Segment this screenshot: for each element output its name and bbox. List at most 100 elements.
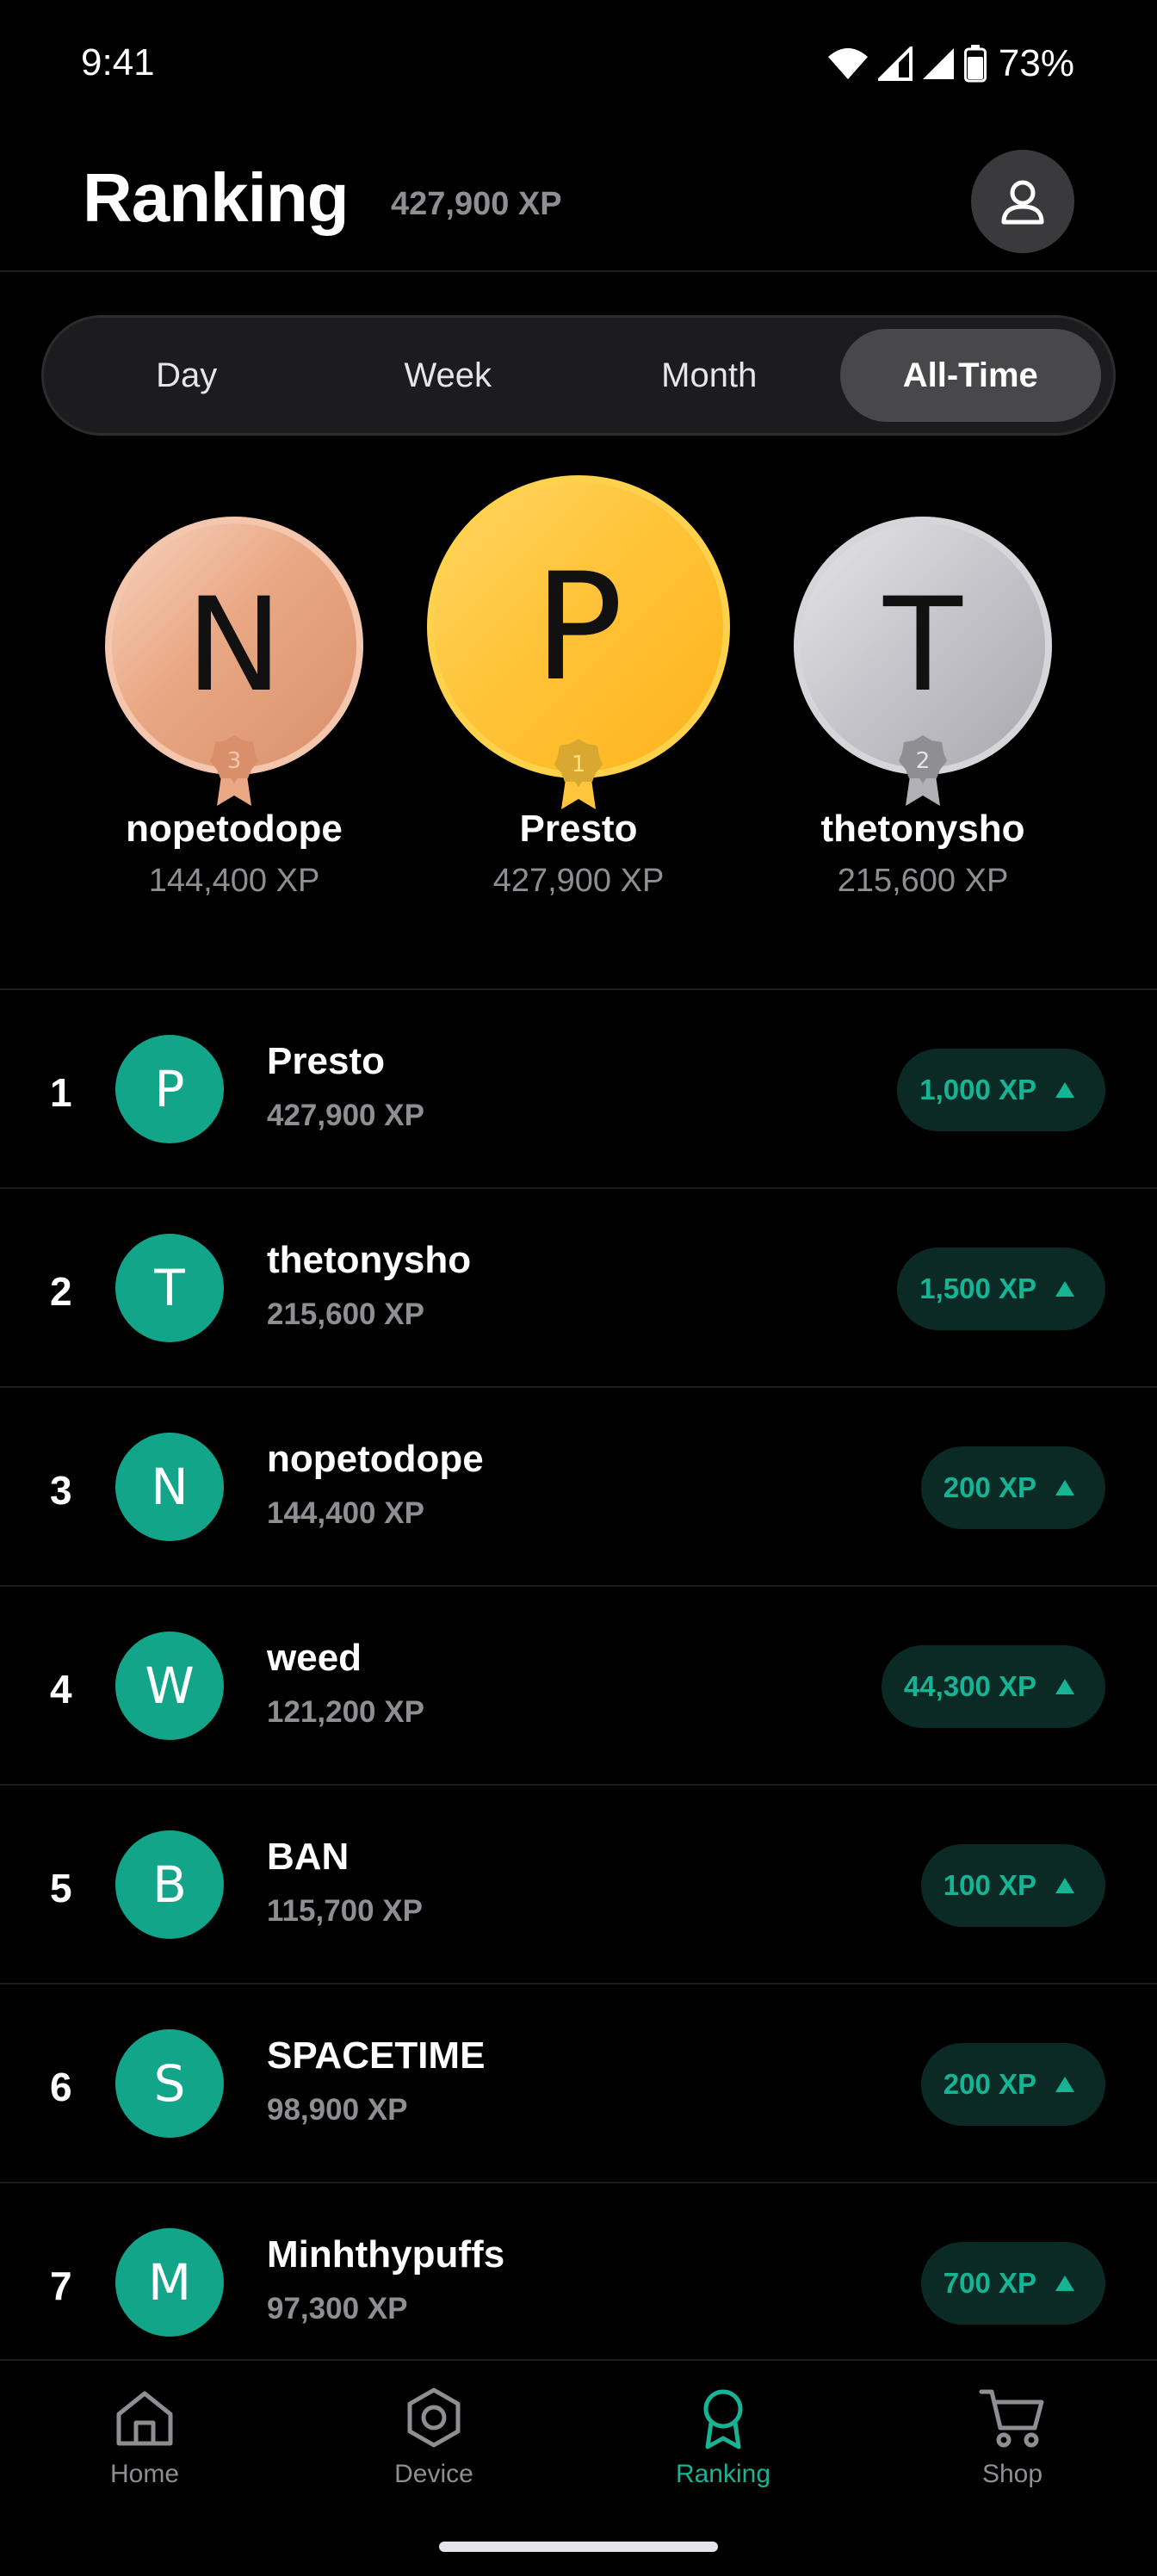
row-xp: 427,900 XP <box>267 1099 424 1132</box>
xp-gain-label: 200 XP <box>943 2068 1036 2100</box>
trend-up-icon <box>1055 1281 1074 1297</box>
tab-week[interactable]: Week <box>318 329 579 422</box>
battery-percent: 73% <box>998 42 1074 84</box>
row-name: SPACETIME <box>267 2034 486 2077</box>
xp-gain-badge: 100 XP <box>920 1844 1105 1927</box>
home-icon <box>116 2391 173 2446</box>
tab-month[interactable]: Month <box>578 329 840 422</box>
trend-up-icon <box>1055 1679 1074 1694</box>
nav-label: Ranking <box>675 2460 771 2488</box>
podium-xp: 427,900 XP <box>492 863 665 899</box>
tab-day[interactable]: Day <box>56 329 318 422</box>
rank-ribbon-icon: 2 <box>899 735 947 806</box>
row-name: BAN <box>267 1836 350 1878</box>
row-name: thetonysho <box>267 1239 472 1281</box>
row-name: nopetodope <box>267 1438 484 1480</box>
avatar: P <box>115 1035 224 1143</box>
tab-all-time[interactable]: All-Time <box>839 329 1101 422</box>
xp-gain-badge: 200 XP <box>920 2043 1105 2126</box>
leaderboard-row[interactable]: 1 P Presto 427,900 XP 1,000 XP <box>0 990 1157 1189</box>
user-icon <box>1001 180 1044 225</box>
xp-gain-badge: 200 XP <box>920 1446 1105 1529</box>
nav-label: Shop <box>981 2460 1043 2488</box>
cart-icon <box>979 2389 1044 2448</box>
ribbon-icon <box>703 2389 743 2449</box>
podium-second[interactable]: T 2 thetonysho 215,600 XP <box>790 517 1055 900</box>
xp-gain-label: 1,000 XP <box>919 1074 1036 1105</box>
nav-home[interactable]: Home <box>59 2385 231 2489</box>
row-rank: 7 <box>50 2263 72 2308</box>
trend-up-icon <box>1055 1878 1074 1893</box>
page-title: Ranking <box>83 159 350 236</box>
svg-text:1: 1 <box>572 752 586 777</box>
leaderboard-row[interactable]: 2 T thetonysho 215,600 XP 1,500 XP <box>0 1189 1157 1388</box>
row-xp: 97,300 XP <box>267 2292 408 2325</box>
svg-text:3: 3 <box>227 748 242 774</box>
hexagon-icon <box>407 2387 461 2448</box>
rank-ribbon-icon: 3 <box>210 735 258 806</box>
row-xp: 144,400 XP <box>267 1496 424 1530</box>
leaderboard-row[interactable]: 7 M Minhthypuffs 97,300 XP 700 XP <box>0 2183 1157 2359</box>
xp-gain-label: 44,300 XP <box>903 1670 1036 1702</box>
nav-ranking[interactable]: Ranking <box>637 2385 809 2489</box>
row-name: Presto <box>267 1040 385 1082</box>
trend-up-icon <box>1055 2276 1074 2291</box>
podium-name: nopetodope <box>126 808 343 850</box>
avatar-initial: P <box>534 540 623 714</box>
xp-gain-label: 1,500 XP <box>919 1273 1036 1304</box>
row-rank: 2 <box>50 1269 72 1314</box>
avatar: B <box>115 1830 224 1939</box>
leaderboard-list[interactable]: 1 P Presto 427,900 XP 1,000 XP 2 T theto… <box>0 988 1157 2359</box>
home-indicator[interactable] <box>439 2542 718 2552</box>
battery-icon <box>963 45 987 83</box>
xp-gain-badge: 700 XP <box>920 2242 1105 2325</box>
status-icons: 73% <box>826 38 1074 90</box>
page-header: Ranking 427,900 XP <box>0 138 1157 272</box>
podium-name: Presto <box>519 808 638 850</box>
leaderboard-row[interactable]: 4 W weed 121,200 XP 44,300 XP <box>0 1587 1157 1786</box>
silver-medal-avatar: T 2 <box>794 517 1052 806</box>
row-rank: 6 <box>50 2065 72 2109</box>
ranking-screen: 9:41 73% Ranking 427,900 XP Day Week Mon… <box>0 0 1157 2576</box>
rank-ribbon-icon: 1 <box>554 739 603 809</box>
xp-gain-badge: 1,000 XP <box>897 1049 1105 1131</box>
xp-gain-label: 200 XP <box>943 1471 1036 1503</box>
nav-device[interactable]: Device <box>348 2385 520 2489</box>
svg-text:2: 2 <box>916 748 931 774</box>
xp-gain-badge: 44,300 XP <box>881 1645 1105 1728</box>
status-time: 9:41 <box>81 41 155 84</box>
avatar: W <box>115 1632 224 1740</box>
user-xp-total: 427,900 XP <box>391 186 562 222</box>
nav-label: Home <box>109 2460 180 2488</box>
nav-label: Device <box>394 2460 473 2488</box>
row-rank: 4 <box>50 1667 72 1712</box>
podium-xp: 215,600 XP <box>837 863 1009 899</box>
avatar: T <box>115 1234 224 1342</box>
leaderboard-row[interactable]: 3 N nopetodope 144,400 XP 200 XP <box>0 1388 1157 1587</box>
row-xp: 98,900 XP <box>267 2093 408 2127</box>
bronze-medal-avatar: N 3 <box>105 517 363 806</box>
cell-signal-icon <box>877 46 913 81</box>
podium: N 3 nopetodope 144,400 XP P 1 Presto 427… <box>0 472 1157 988</box>
nav-shop[interactable]: Shop <box>926 2385 1098 2489</box>
avatar: S <box>115 2029 224 2138</box>
podium-third[interactable]: N 3 nopetodope 144,400 XP <box>102 517 367 900</box>
gold-medal-avatar: P 1 <box>427 475 730 809</box>
podium-first[interactable]: P 1 Presto 427,900 XP <box>425 475 732 900</box>
cell-signal-2-icon <box>922 48 954 79</box>
xp-gain-badge: 1,500 XP <box>897 1248 1105 1330</box>
row-name: Minhthypuffs <box>267 2233 505 2276</box>
podium-name: thetonysho <box>820 808 1025 850</box>
avatar: M <box>115 2228 224 2337</box>
leaderboard-row[interactable]: 6 S SPACETIME 98,900 XP 200 XP <box>0 1985 1157 2183</box>
xp-gain-label: 100 XP <box>943 1869 1036 1901</box>
status-bar: 9:41 73% <box>0 0 1157 129</box>
row-rank: 3 <box>50 1468 72 1513</box>
wifi-icon <box>827 48 868 79</box>
row-rank: 5 <box>50 1866 72 1910</box>
avatar: N <box>115 1433 224 1541</box>
leaderboard-row[interactable]: 5 B BAN 115,700 XP 100 XP <box>0 1786 1157 1985</box>
profile-button[interactable] <box>971 150 1074 253</box>
trend-up-icon <box>1055 1082 1074 1098</box>
period-tabs: Day Week Month All-Time <box>41 315 1116 436</box>
